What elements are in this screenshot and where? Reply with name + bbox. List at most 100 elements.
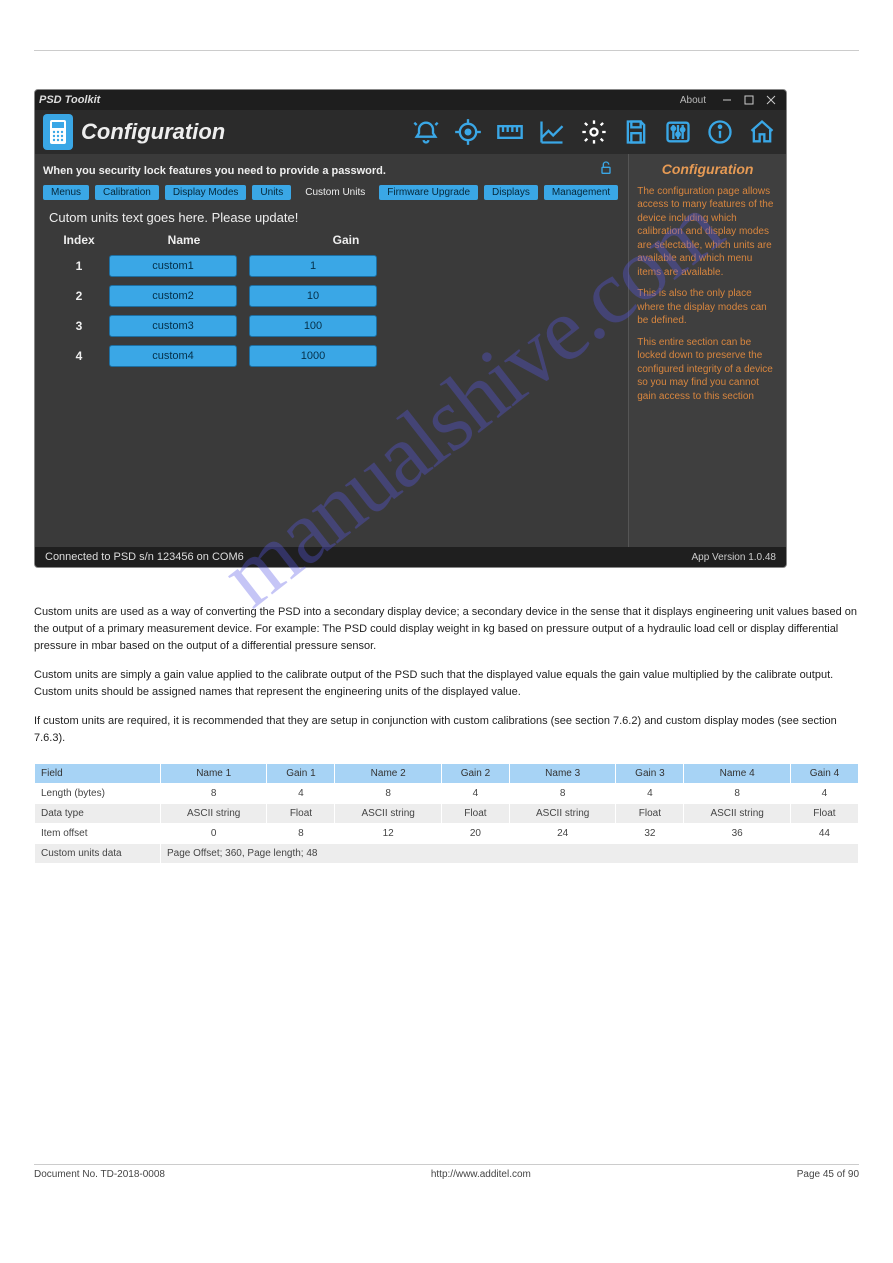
table-row: 3 custom3 100 bbox=[49, 315, 618, 337]
app-title: PSD Toolkit bbox=[39, 94, 100, 106]
gain-field[interactable]: 100 bbox=[249, 315, 377, 337]
spec-header: Name 1 bbox=[161, 764, 267, 784]
gear-icon[interactable] bbox=[578, 116, 610, 148]
spec-header: Field bbox=[35, 764, 161, 784]
spec-cell: 12 bbox=[335, 824, 441, 844]
spec-cell: Float bbox=[790, 804, 858, 824]
sidebar-p1: The configuration page allows access to … bbox=[637, 185, 778, 280]
spec-cell: Data type bbox=[35, 804, 161, 824]
spec-cell: 24 bbox=[509, 824, 615, 844]
row-index: 3 bbox=[49, 319, 109, 333]
help-sidebar: Configuration The configuration page all… bbox=[628, 154, 786, 547]
info-icon[interactable] bbox=[704, 116, 736, 148]
tab-units[interactable]: Units bbox=[252, 185, 291, 200]
spec-cell: ASCII string bbox=[509, 804, 615, 824]
spec-cell: Float bbox=[267, 804, 335, 824]
tab-menus[interactable]: Menus bbox=[43, 185, 89, 200]
save-icon[interactable] bbox=[620, 116, 652, 148]
name-field[interactable]: custom1 bbox=[109, 255, 237, 277]
tab-calibration[interactable]: Calibration bbox=[95, 185, 159, 200]
tab-display-modes[interactable]: Display Modes bbox=[165, 185, 247, 200]
titlebar: PSD Toolkit About bbox=[35, 90, 786, 110]
tab-custom-units[interactable]: Custom Units bbox=[297, 185, 373, 200]
paragraph: If custom units are required, it is reco… bbox=[34, 713, 859, 747]
col-index: Index bbox=[49, 233, 109, 247]
sidebar-title: Configuration bbox=[637, 160, 778, 179]
spec-header: Name 4 bbox=[684, 764, 790, 784]
top-rule bbox=[34, 50, 859, 51]
footer-center: http://www.additel.com bbox=[431, 1169, 531, 1180]
spec-cell: 8 bbox=[267, 824, 335, 844]
spec-caption-label: Custom units data bbox=[35, 844, 161, 864]
app-window: PSD Toolkit About Configuration bbox=[34, 89, 787, 568]
spec-cell: Float bbox=[616, 804, 684, 824]
tab-management[interactable]: Management bbox=[544, 185, 618, 200]
name-field[interactable]: custom3 bbox=[109, 315, 237, 337]
name-field[interactable]: custom4 bbox=[109, 345, 237, 367]
alarm-icon[interactable] bbox=[410, 116, 442, 148]
col-name: Name bbox=[109, 233, 259, 247]
custom-units-table: Index Name Gain 1 custom1 1 2 custom2 10 bbox=[49, 233, 618, 375]
page-title: Configuration bbox=[81, 119, 225, 145]
table-row: 2 custom2 10 bbox=[49, 285, 618, 307]
name-field[interactable]: custom2 bbox=[109, 285, 237, 307]
row-index: 1 bbox=[49, 259, 109, 273]
spec-cell: 36 bbox=[684, 824, 790, 844]
footer-right: Page 45 of 90 bbox=[797, 1169, 859, 1180]
target-icon[interactable] bbox=[452, 116, 484, 148]
spec-cell: Length (bytes) bbox=[35, 784, 161, 804]
spec-cell: ASCII string bbox=[335, 804, 441, 824]
paragraph: Custom units are used as a way of conver… bbox=[34, 604, 859, 655]
footer-left: Document No. TD-2018-0008 bbox=[34, 1169, 165, 1180]
spec-cell: 8 bbox=[161, 784, 267, 804]
spec-cell: 20 bbox=[441, 824, 509, 844]
spec-caption: Page Offset; 360, Page length; 48 bbox=[161, 844, 859, 864]
spec-cell: 8 bbox=[335, 784, 441, 804]
chart-icon[interactable] bbox=[536, 116, 568, 148]
spec-cell: 4 bbox=[267, 784, 335, 804]
paragraph: Custom units are simply a gain value app… bbox=[34, 667, 859, 701]
doc-text: Custom units are used as a way of conver… bbox=[34, 604, 859, 747]
spec-cell: 4 bbox=[616, 784, 684, 804]
spec-cell: Item offset bbox=[35, 824, 161, 844]
sliders-icon[interactable] bbox=[662, 116, 694, 148]
gain-field[interactable]: 10 bbox=[249, 285, 377, 307]
minimize-icon[interactable] bbox=[716, 90, 738, 110]
tab-firmware-upgrade[interactable]: Firmware Upgrade bbox=[379, 185, 478, 200]
spec-cell: 0 bbox=[161, 824, 267, 844]
home-icon[interactable] bbox=[746, 116, 778, 148]
app-logo-icon bbox=[43, 114, 73, 150]
topbar: Configuration bbox=[35, 110, 786, 154]
about-link[interactable]: About bbox=[680, 95, 706, 106]
statusbar: Connected to PSD s/n 123456 on COM6 App … bbox=[35, 547, 786, 567]
main-panel: When you security lock features you need… bbox=[35, 154, 628, 547]
sidebar-p3: This entire section can be locked down t… bbox=[637, 336, 778, 404]
status-left: Connected to PSD s/n 123456 on COM6 bbox=[45, 551, 244, 563]
spec-cell: ASCII string bbox=[684, 804, 790, 824]
spec-cell: 8 bbox=[509, 784, 615, 804]
lock-message: When you security lock features you need… bbox=[43, 165, 598, 177]
spec-cell: Float bbox=[441, 804, 509, 824]
spec-cell: 4 bbox=[790, 784, 858, 804]
spec-header: Gain 4 bbox=[790, 764, 858, 784]
maximize-icon[interactable] bbox=[738, 90, 760, 110]
spec-cell: 8 bbox=[684, 784, 790, 804]
gain-field[interactable]: 1 bbox=[249, 255, 377, 277]
gain-field[interactable]: 1000 bbox=[249, 345, 377, 367]
row-index: 4 bbox=[49, 349, 109, 363]
row-index: 2 bbox=[49, 289, 109, 303]
lock-icon[interactable] bbox=[598, 160, 614, 181]
subtitle: Cutom units text goes here. Please updat… bbox=[49, 210, 618, 225]
footer-rule bbox=[34, 1164, 859, 1165]
spec-header: Gain 2 bbox=[441, 764, 509, 784]
close-icon[interactable] bbox=[760, 90, 782, 110]
page-footer: Document No. TD-2018-0008 http://www.add… bbox=[34, 1169, 859, 1180]
spec-header: Gain 3 bbox=[616, 764, 684, 784]
nav-icons bbox=[410, 116, 778, 148]
spec-cell: 44 bbox=[790, 824, 858, 844]
tab-displays[interactable]: Displays bbox=[484, 185, 538, 200]
sidebar-p2: This is also the only place where the di… bbox=[637, 287, 778, 328]
spec-cell: ASCII string bbox=[161, 804, 267, 824]
ruler-icon[interactable] bbox=[494, 116, 526, 148]
status-right: App Version 1.0.48 bbox=[691, 552, 776, 563]
